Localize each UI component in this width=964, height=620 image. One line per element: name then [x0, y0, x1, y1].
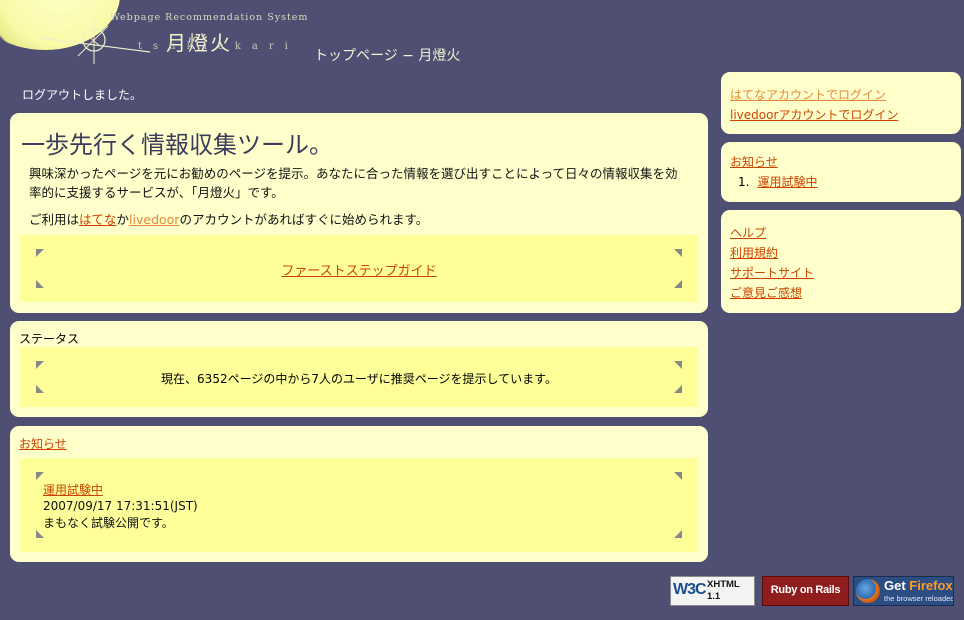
list-number: 1. [738, 175, 750, 189]
corner-mark-icon [674, 249, 682, 257]
corner-mark-icon [674, 530, 682, 538]
corner-mark-icon [674, 280, 682, 288]
usage-mid: か [116, 212, 130, 227]
corner-mark-icon [36, 361, 44, 369]
corner-mark-icon [674, 472, 682, 480]
xhtml-valid-badge[interactable]: W3C XHTML 1.1 [670, 576, 755, 606]
logout-message: ログアウトしました。 [22, 88, 143, 102]
hatena-link[interactable]: はてな [79, 212, 117, 227]
sidebar-news-item-link[interactable]: 運用試験中 [757, 175, 817, 189]
sidebar-news-list: 1. 運用試験中 [738, 173, 817, 190]
site-header: Webpage Recommendation System 月燈火 tsukia… [0, 0, 964, 72]
status-panel: ステータス 現在、6352ページの中から7人のユーザに推奨ページを提示しています… [10, 321, 708, 417]
guide-link-wrap: ファーストステップガイド [20, 260, 698, 279]
ruby-on-rails-badge[interactable]: Ruby on Rails [762, 576, 849, 606]
status-text: 現在、6352ページの中から7人のユーザに推奨ページを提示しています。 [161, 372, 557, 386]
rails-badge-label: Ruby on Rails [770, 584, 841, 596]
site-name-english: Webpage Recommendation System [110, 12, 309, 23]
intro-usage-text: ご利用ははてなかlivedoorのアカウントがあればすぐに始められます。 [29, 209, 428, 228]
firefox-badge-label: Get Firefox [884, 578, 953, 593]
corner-mark-icon [36, 280, 44, 288]
xhtml-badge-line1: XHTML [707, 579, 740, 590]
sidebar-news-title-link[interactable]: お知らせ [730, 153, 778, 170]
guide-panel: ファーストステップガイド [20, 235, 698, 302]
site-name-roman: tsukiakari [138, 41, 299, 52]
status-inner: 現在、6352ページの中から7人のユーザに推奨ページを提示しています。 [20, 347, 698, 407]
firefox-get-text: Get [884, 578, 906, 593]
logo-emblem-icon [39, 18, 151, 64]
corner-mark-icon [36, 472, 44, 480]
news-panel: お知らせ 運用試験中 2007/09/17 17:31:51(JST) まもなく… [10, 426, 708, 562]
news-item-date: 2007/09/17 17:31:51(JST) [43, 499, 198, 513]
usage-suffix: のアカウントがあればすぐに始められます。 [179, 212, 429, 227]
firefox-logo-icon [856, 579, 880, 603]
page-title: トップページ − 月燈火 [314, 48, 461, 64]
help-link[interactable]: ヘルプ [730, 224, 766, 241]
login-panel: はてなアカウントでログイン livedoorアカウントでログイン [721, 72, 961, 134]
livedoor-link[interactable]: livedoor [129, 212, 179, 227]
intro-heading: 一歩先行く情報収集ツール。 [21, 131, 333, 159]
xhtml-badge-line2: 1.1 [707, 591, 721, 602]
intro-description: 興味深かったページを元にお勧めのページを提示。あなたに合った情報を選び出すことに… [29, 166, 678, 200]
get-firefox-badge[interactable]: Get Firefox the browser reloaded [853, 576, 954, 606]
firefox-brand-text: Firefox [909, 578, 953, 593]
support-site-link[interactable]: サポートサイト [730, 264, 814, 281]
sidebar-news-panel: お知らせ 1. 運用試験中 [721, 142, 961, 202]
livedoor-login-link[interactable]: livedoorアカウントでログイン [730, 106, 898, 123]
intro-panel: 一歩先行く情報収集ツール。 興味深かったページを元にお勧めのページを提示。あなた… [10, 113, 708, 313]
news-item-body: まもなく試験公開です。 [43, 516, 174, 530]
terms-link[interactable]: 利用規約 [730, 244, 778, 261]
hatena-login-link[interactable]: はてなアカウントでログイン [730, 86, 886, 103]
xhtml-badge-label: XHTML 1.1 [707, 579, 753, 603]
usage-prefix: ご利用は [29, 212, 80, 227]
feedback-link[interactable]: ご意見ご感想 [730, 284, 802, 301]
news-item-title-link[interactable]: 運用試験中 [43, 481, 103, 498]
corner-mark-icon [36, 249, 44, 257]
corner-mark-icon [674, 361, 682, 369]
w3c-logo-icon: W3C [673, 581, 707, 598]
news-title-link[interactable]: お知らせ [19, 435, 67, 452]
corner-mark-icon [36, 530, 44, 538]
help-panel: ヘルプ 利用規約 サポートサイト ご意見ご感想 [721, 210, 961, 313]
news-item: 運用試験中 2007/09/17 17:31:51(JST) まもなく試験公開で… [20, 458, 698, 552]
status-label: ステータス [19, 332, 80, 346]
first-step-guide-link[interactable]: ファーストステップガイド [281, 264, 436, 279]
firefox-tagline: the browser reloaded [884, 594, 954, 603]
